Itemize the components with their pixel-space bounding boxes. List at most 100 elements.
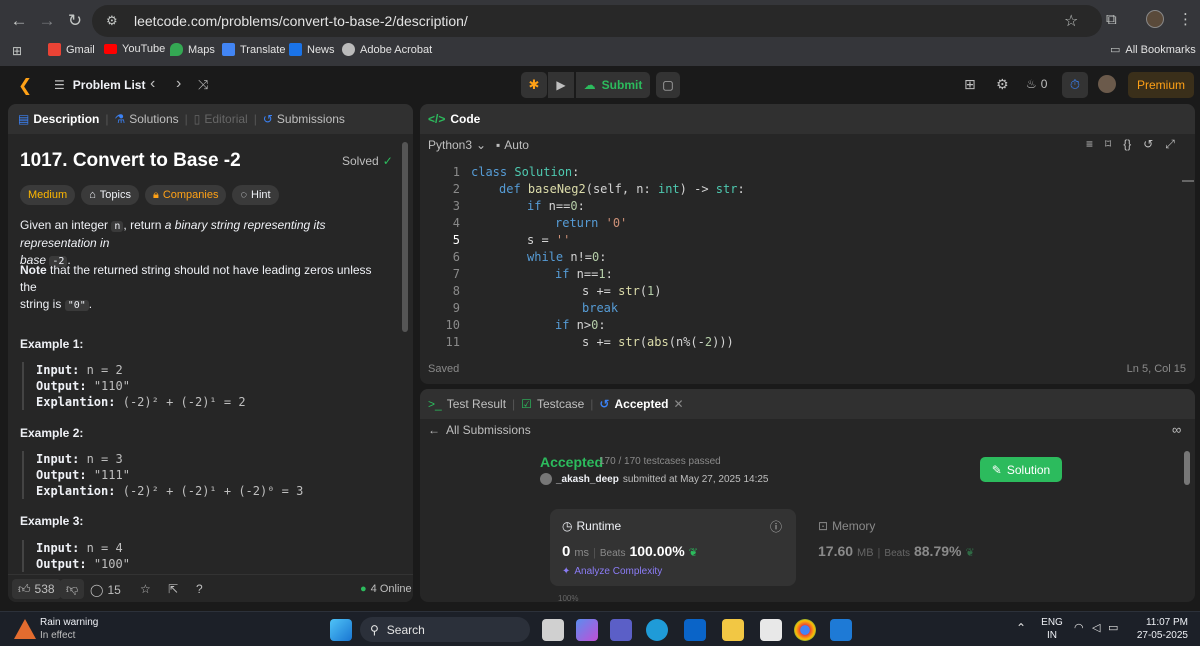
history-icon: ↺ (599, 397, 610, 411)
difficulty-badge[interactable]: Medium (20, 185, 76, 205)
profile-avatar[interactable] (1146, 10, 1164, 28)
comments-button[interactable]: ◯ 15 (90, 583, 121, 597)
volume-icon[interactable]: ◁ (1092, 621, 1100, 634)
edit-icon: ✎ (991, 462, 1002, 477)
note-text: Note that the returned string should not… (20, 263, 372, 311)
bookmark-maps[interactable]: Maps (170, 43, 215, 56)
dislike-button[interactable]: 👎︎ (60, 579, 85, 599)
inline-code-zero: "0" (64, 300, 89, 311)
example-3-block: Input: n = 4 Output: "100" (22, 540, 130, 572)
reset-icon[interactable]: ↺ (1143, 137, 1153, 152)
auto-mode[interactable]: ▪ Auto (496, 138, 529, 152)
bookmark-icon[interactable]: ⌑ (1105, 137, 1111, 152)
apps-icon[interactable]: ⊞ (12, 44, 22, 58)
file-explorer-icon[interactable] (722, 619, 744, 641)
tab-code[interactable]: </> Code (428, 112, 480, 126)
analyze-complexity-link[interactable]: ✦ Analyze Complexity (562, 566, 662, 577)
settings-icon[interactable]: ⚙ (996, 76, 1009, 93)
taskbar-search[interactable]: ⚲ Search (360, 617, 530, 642)
link-icon[interactable]: ∞ (1172, 422, 1181, 437)
weather-widget[interactable]: Rain warning In effect (40, 616, 98, 642)
streak-counter[interactable]: ♨ 0 (1026, 77, 1047, 91)
extensions-icon[interactable]: ⧉ (1106, 11, 1117, 28)
solved-status: Solved ✓ (342, 154, 393, 168)
hint-chip[interactable]: ◌ Hint (232, 185, 279, 205)
star-icon[interactable]: ☆ (1064, 11, 1078, 31)
task-view-icon[interactable] (542, 619, 564, 641)
debug-button[interactable]: ✱ (521, 72, 547, 98)
teams-icon[interactable] (610, 619, 632, 641)
problem-list-button[interactable]: ☰ Problem List (54, 78, 145, 92)
clock[interactable]: 11:07 PM 27-05-2025 (1128, 616, 1188, 642)
format-icon[interactable]: ≡ (1086, 137, 1093, 152)
shuffle-icon[interactable]: ⤨ (198, 77, 208, 93)
clock-icon: ◷ (562, 519, 573, 533)
tab-test-result[interactable]: >_ Test Result (428, 397, 506, 411)
address-bar[interactable]: ⚙ leetcode.com/problems/convert-to-base-… (92, 5, 1102, 37)
outlook-icon[interactable] (684, 619, 706, 641)
leaf-icon: ❦ (965, 547, 975, 559)
language-select[interactable]: Python3 ⌄ (428, 138, 486, 152)
user-avatar[interactable] (1098, 75, 1116, 93)
note-icon: ▢ (662, 78, 674, 92)
chevron-up-icon[interactable]: ⌃ (1016, 621, 1026, 635)
tab-description[interactable]: ▤ Description (18, 112, 99, 126)
premium-button[interactable]: Premium (1128, 72, 1194, 98)
tab-accepted[interactable]: ↺ Accepted ✕ (599, 397, 683, 411)
companies-chip[interactable]: 🔒︎ Companies (144, 185, 227, 205)
favorite-star-icon[interactable]: ☆ (140, 582, 151, 596)
share-icon[interactable]: ⇱ (168, 582, 178, 596)
example-1-block: Input: n = 2 Output: "110" Explantion: (… (22, 362, 246, 410)
info-icon[interactable]: ⓘ (770, 518, 782, 535)
chrome-icon[interactable] (794, 619, 816, 641)
run-button[interactable]: ▶ (548, 72, 574, 98)
bookmark-adobe[interactable]: Adobe Acrobat (342, 43, 432, 56)
language-indicator[interactable]: ENG IN (1040, 616, 1064, 642)
problem-title: 1017. Convert to Base -2 (20, 150, 241, 171)
reload-icon[interactable]: ↻ (62, 8, 88, 34)
submit-button[interactable]: ☁ Submit (576, 72, 650, 98)
warning-icon (14, 619, 36, 639)
store-icon[interactable] (760, 619, 782, 641)
solution-button[interactable]: ✎ Solution (980, 457, 1062, 482)
memory-card[interactable]: ⊡ Memory 17.60 MB | Beats 88.79% ❦ (806, 509, 1056, 586)
battery-icon[interactable]: ▭ (1108, 621, 1118, 634)
notes-button[interactable]: ▢ (656, 72, 680, 98)
menu-icon[interactable]: ⋮ (1178, 10, 1193, 28)
prev-problem-icon[interactable]: ‹ (150, 75, 155, 93)
forward-icon[interactable]: → (34, 8, 60, 34)
back-icon[interactable]: ← (6, 8, 32, 34)
layout-icon[interactable]: ⊞ (964, 76, 976, 93)
vscode-icon[interactable] (830, 619, 852, 641)
url-text[interactable]: leetcode.com/problems/convert-to-base-2/… (134, 13, 468, 29)
fullscreen-icon[interactable]: ⤢ (1165, 137, 1175, 152)
copilot-icon[interactable] (576, 619, 598, 641)
timer-button[interactable]: ⏱ (1062, 72, 1088, 98)
like-button[interactable]: 👍︎ 538 (12, 579, 61, 599)
youtube-icon (104, 44, 117, 54)
close-icon[interactable]: ✕ (674, 397, 684, 411)
tab-testcase[interactable]: ☑ Testcase (521, 397, 584, 411)
wifi-icon[interactable]: ◠ (1074, 621, 1084, 634)
tab-submissions[interactable]: ↺ Submissions (263, 112, 345, 126)
code-editor[interactable]: 1 class Solution: 2 def baseNeg2(self, n: … (420, 164, 1195, 352)
windows-start-icon[interactable] (330, 619, 352, 641)
next-problem-icon[interactable]: › (176, 75, 181, 93)
help-icon[interactable]: ? (196, 582, 203, 596)
description-scrollbar[interactable] (402, 142, 408, 332)
tab-solutions[interactable]: ⚗ Solutions (114, 112, 178, 126)
all-bookmarks[interactable]: ▭ All Bookmarks (1110, 43, 1196, 57)
edge-icon[interactable] (646, 619, 668, 641)
braces-icon[interactable]: {} (1123, 137, 1131, 152)
bookmark-news[interactable]: News (289, 43, 335, 56)
site-info-icon[interactable]: ⚙ (106, 13, 118, 29)
bookmark-gmail[interactable]: Gmail (48, 43, 95, 56)
bookmark-translate[interactable]: Translate (222, 43, 285, 56)
topics-chip[interactable]: ⌂ Topics (81, 185, 139, 205)
bookmark-youtube[interactable]: YouTube (104, 43, 165, 55)
runtime-card[interactable]: ◷ Runtime ⓘ 0 ms | Beats 100.00% ❦ ✦ Analy… (550, 509, 796, 586)
result-scrollbar[interactable] (1184, 451, 1190, 485)
tab-editorial[interactable]: ▯ Editorial (194, 112, 248, 126)
all-submissions-link[interactable]: ← All Submissions (428, 423, 531, 437)
leetcode-logo-icon[interactable]: ❮ (18, 76, 32, 96)
